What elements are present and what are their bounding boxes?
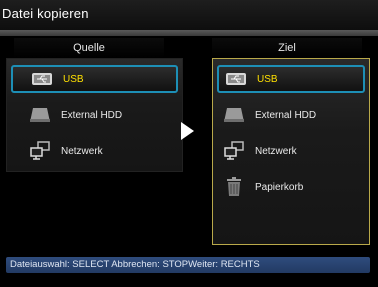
hdd-icon (29, 105, 51, 125)
title-bar: Datei kopieren (0, 0, 378, 30)
target-item-external-hdd[interactable]: External HDD (217, 101, 365, 129)
source-item-label: Netzwerk (61, 145, 103, 157)
title-divider (0, 30, 378, 36)
source-item-external-hdd[interactable]: External HDD (11, 101, 178, 129)
target-item-label: External HDD (255, 109, 317, 121)
network-icon (223, 141, 245, 161)
usb-icon (31, 69, 53, 89)
source-item-netzwerk[interactable]: Netzwerk (11, 137, 178, 165)
network-icon (29, 141, 51, 161)
target-item-papierkorb[interactable]: Papierkorb (217, 173, 365, 201)
source-panel: USB External HDD Netzwerk (6, 58, 183, 172)
target-item-label: USB (257, 73, 278, 85)
status-bar: Dateiauswahl: SELECT Abbrechen: STOPWeit… (6, 257, 370, 273)
source-column-heading: Quelle (14, 38, 164, 58)
window-title: Datei kopieren (2, 6, 89, 21)
hdd-icon (223, 105, 245, 125)
source-item-label: External HDD (61, 109, 123, 121)
target-panel: USB External HDD Netzwerk Papierkorb (212, 58, 370, 245)
source-item-label: USB (63, 73, 84, 85)
usb-icon (225, 69, 247, 89)
arrow-right-icon (181, 122, 194, 140)
key-hints: Dateiauswahl: SELECT Abbrechen: STOPWeit… (10, 259, 260, 270)
target-item-netzwerk[interactable]: Netzwerk (217, 137, 365, 165)
target-item-label: Papierkorb (255, 181, 304, 193)
target-item-label: Netzwerk (255, 145, 297, 157)
source-item-usb[interactable]: USB (11, 65, 178, 93)
target-item-usb[interactable]: USB (217, 65, 365, 93)
trash-icon (223, 177, 245, 197)
target-column-heading: Ziel (212, 38, 362, 58)
